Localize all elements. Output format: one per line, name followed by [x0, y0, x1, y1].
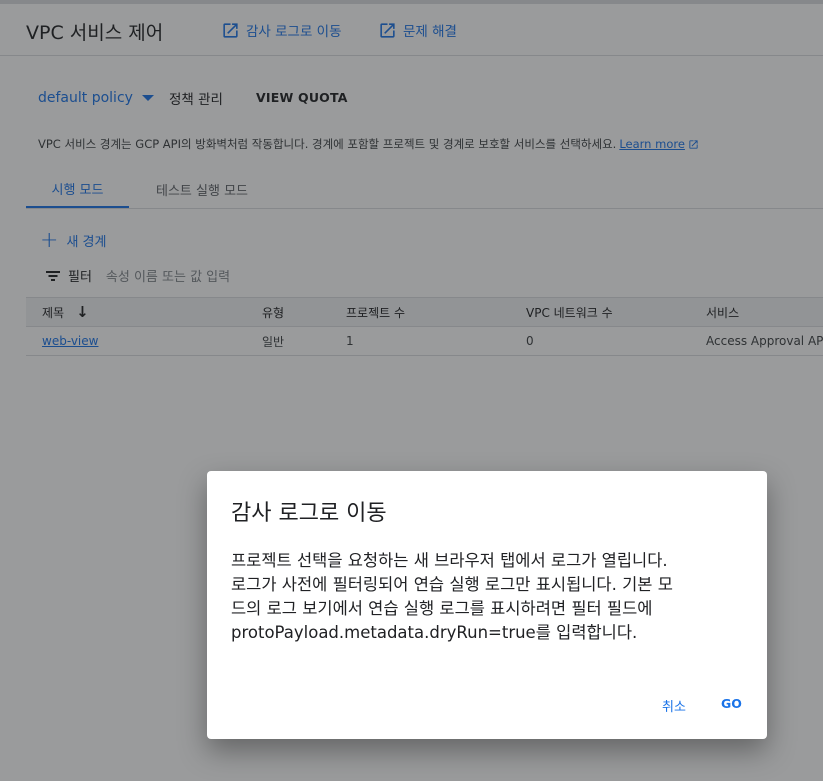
cancel-button[interactable]: 취소 — [662, 696, 686, 715]
go-button[interactable]: GO — [721, 696, 742, 711]
dialog-body-line: protoPayload.metadata.dryRun=true를 입력합니다… — [231, 623, 638, 642]
dialog-body-line: 드의 로그 보기에서 연습 실행 로그를 표시하려면 필터 필드에 — [231, 599, 653, 618]
audit-log-dialog: 감사 로그로 이동 프로젝트 선택을 요청하는 새 브라우저 탭에서 로그가 열… — [207, 471, 767, 739]
dialog-body: 프로젝트 선택을 요청하는 새 브라우저 탭에서 로그가 열립니다. 로그가 사… — [231, 549, 751, 645]
dialog-body-line: 프로젝트 선택을 요청하는 새 브라우저 탭에서 로그가 열립니다. — [231, 551, 668, 570]
dialog-title: 감사 로그로 이동 — [231, 501, 387, 526]
dialog-body-line: 로그가 사전에 필터링되어 연습 실행 로그만 표시됩니다. 기본 모 — [231, 575, 673, 594]
